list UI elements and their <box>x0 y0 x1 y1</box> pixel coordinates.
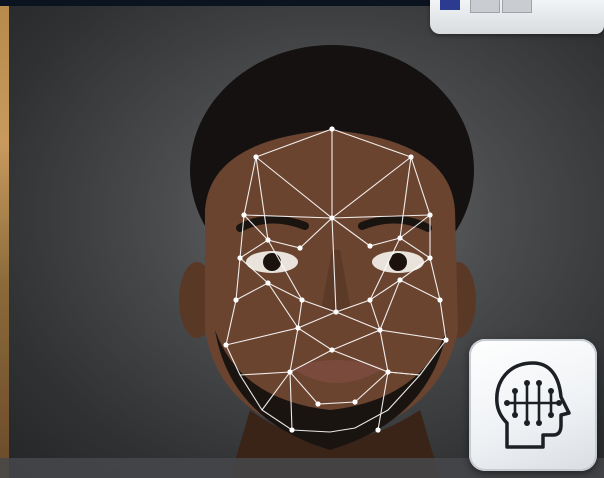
left-pupil <box>263 253 281 271</box>
ai-head-circuit-icon <box>495 361 571 449</box>
ai-head-circuit-tile <box>469 339 597 471</box>
